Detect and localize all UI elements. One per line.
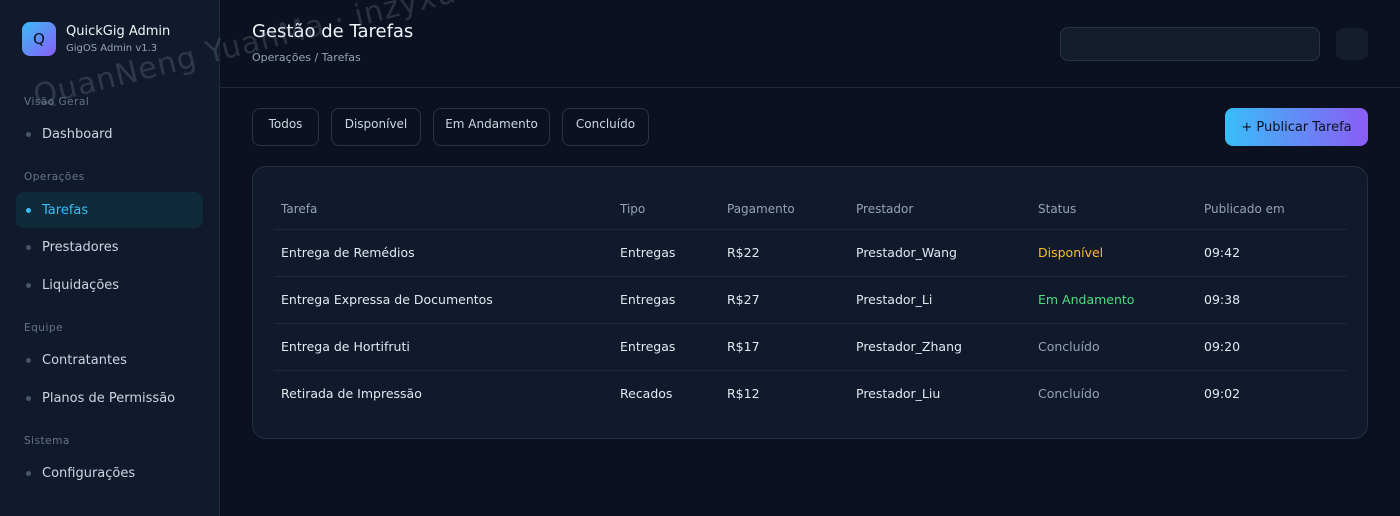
search-input[interactable] (1060, 27, 1320, 61)
cell-type: Entregas (620, 292, 676, 307)
status-badge: Concluído (1038, 386, 1100, 401)
filter-em-andamento-button[interactable]: Em Andamento (433, 108, 550, 146)
sidebar-item-contratantes[interactable]: Contratantes (16, 342, 203, 378)
sidebar-item-dashboard[interactable]: Dashboard (16, 116, 203, 152)
cell-type: Recados (620, 386, 673, 401)
status-badge: Concluído (1038, 339, 1100, 354)
cell-provider: Prestador_Wang (856, 245, 957, 260)
cell-payment: R$12 (727, 386, 760, 401)
cell-provider: Prestador_Liu (856, 386, 941, 401)
cell-payment: R$17 (727, 339, 760, 354)
bullet-icon (26, 244, 31, 250)
bullet-icon (26, 207, 31, 213)
sidebar-item-configuracoes[interactable]: Configurações (16, 455, 203, 491)
cell-task: Entrega de Remédios (281, 245, 415, 260)
bullet-icon (26, 395, 31, 401)
cell-type: Entregas (620, 245, 676, 260)
cell-task: Entrega de Hortifruti (281, 339, 410, 354)
cell-provider: Prestador_Li (856, 292, 933, 307)
cell-time: 09:20 (1204, 339, 1241, 354)
app-name: QuickGig Admin (66, 23, 171, 39)
table-row[interactable]: Entrega de Remédios Entregas R$22 Presta… (274, 229, 1347, 276)
section-label-team: Equipe (24, 322, 63, 334)
column-header-prestador[interactable]: Prestador (856, 202, 913, 216)
sidebar-item-label: Liquidações (42, 277, 120, 293)
user-menu-button[interactable] (1336, 28, 1368, 60)
cell-time: 09:38 (1204, 292, 1241, 307)
cell-payment: R$22 (727, 245, 760, 260)
cell-time: 09:02 (1204, 386, 1241, 401)
cell-task: Retirada de Impressão (281, 386, 422, 401)
filter-disponivel-button[interactable]: Disponível (331, 108, 421, 146)
bullet-icon (26, 282, 31, 288)
cell-time: 09:42 (1204, 245, 1241, 260)
section-label-system: Sistema (24, 435, 70, 447)
sidebar-item-planos-permissao[interactable]: Planos de Permissão (16, 380, 203, 416)
table-row[interactable]: Retirada de Impressão Recados R$12 Prest… (274, 370, 1347, 417)
column-header-tipo[interactable]: Tipo (620, 202, 645, 216)
table-row[interactable]: Entrega Expressa de Documentos Entregas … (274, 276, 1347, 323)
sidebar-item-label: Tarefas (42, 202, 89, 218)
section-label-operations: Operações (24, 171, 85, 183)
table-row[interactable]: Entrega de Hortifruti Entregas R$17 Pres… (274, 323, 1347, 370)
column-header-tarefa[interactable]: Tarefa (281, 202, 317, 216)
sidebar-item-label: Planos de Permissão (42, 390, 176, 406)
column-header-publicado-em[interactable]: Publicado em (1204, 202, 1285, 216)
sidebar-item-label: Configurações (42, 465, 136, 481)
bullet-icon (26, 131, 31, 137)
bullet-icon (26, 470, 31, 476)
sidebar-item-liquidacoes[interactable]: Liquidações (16, 267, 203, 303)
sidebar-item-label: Prestadores (42, 239, 119, 255)
publish-task-button[interactable]: + Publicar Tarefa (1225, 108, 1368, 146)
cell-provider: Prestador_Zhang (856, 339, 962, 354)
filter-todos-button[interactable]: Todos (252, 108, 319, 146)
cell-type: Entregas (620, 339, 676, 354)
sidebar-item-label: Dashboard (42, 126, 113, 142)
tasks-table: Tarefa Tipo Pagamento Prestador Status P… (252, 166, 1368, 439)
status-badge: Disponível (1038, 245, 1104, 260)
column-header-status[interactable]: Status (1038, 202, 1076, 216)
app-logo: Q (22, 22, 56, 56)
filter-concluido-button[interactable]: Concluído (562, 108, 649, 146)
main-content: Gestão de Tarefas Operações / Tarefas To… (220, 0, 1400, 516)
bullet-icon (26, 357, 31, 363)
cell-payment: R$27 (727, 292, 760, 307)
sidebar-item-tarefas[interactable]: Tarefas (16, 192, 203, 228)
sidebar-item-label: Contratantes (42, 352, 127, 368)
cell-task: Entrega Expressa de Documentos (281, 292, 493, 307)
column-header-pagamento[interactable]: Pagamento (727, 202, 795, 216)
sidebar-item-prestadores[interactable]: Prestadores (16, 229, 203, 265)
status-badge: Em Andamento (1038, 292, 1135, 307)
